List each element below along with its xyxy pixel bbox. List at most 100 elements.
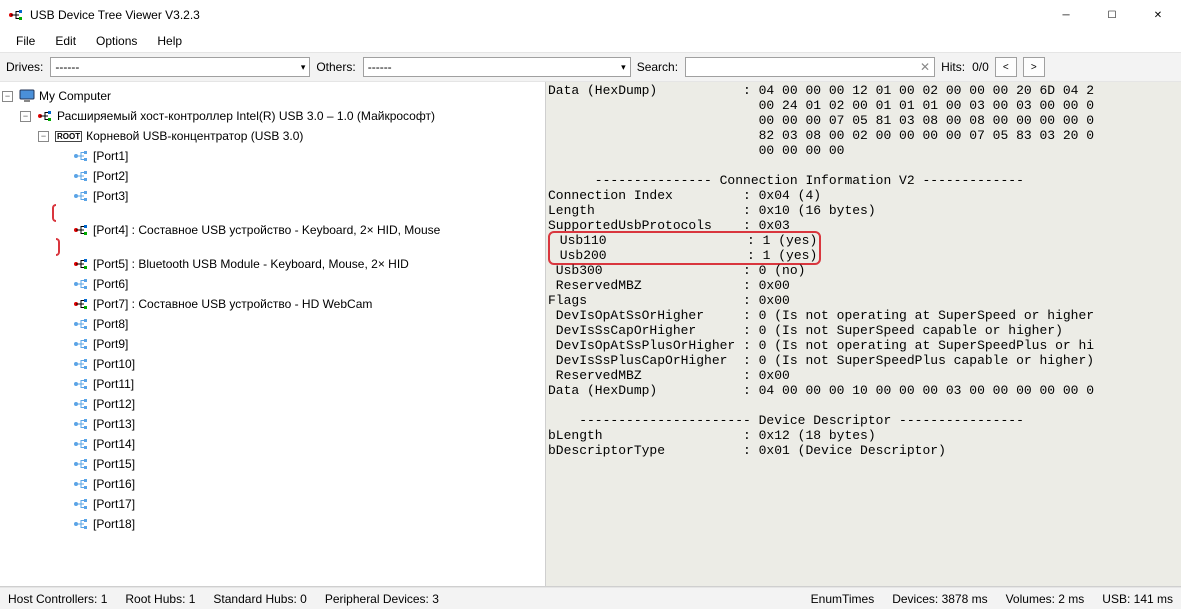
hits-label: Hits: — [941, 60, 965, 74]
tree-port[interactable]: [Port17] — [56, 494, 543, 514]
tree-line — [56, 151, 67, 162]
minimize-button[interactable]: ─ — [1043, 0, 1089, 30]
tree-line — [56, 359, 67, 370]
tree-port-label: [Port17] — [93, 497, 135, 511]
tree-line — [56, 459, 67, 470]
tree-line — [56, 519, 67, 530]
others-combo[interactable]: ------ ▾ — [363, 57, 631, 77]
drives-combo[interactable]: ------ ▾ — [50, 57, 310, 77]
others-value: ------ — [368, 60, 392, 74]
hits-value: 0/0 — [972, 60, 989, 74]
expander-icon[interactable]: − — [38, 131, 49, 142]
toolbar: Drives: ------ ▾ Others: ------ ▾ Search… — [0, 52, 1181, 82]
status-devices-time: Devices: 3878 ms — [892, 592, 987, 606]
tree-port[interactable]: [Port13] — [56, 414, 543, 434]
status-usb-time: USB: 141 ms — [1102, 592, 1173, 606]
tree-line — [56, 279, 67, 290]
menu-edit[interactable]: Edit — [47, 32, 84, 50]
usb-icon — [73, 256, 89, 272]
tree-line — [56, 379, 67, 390]
tree-port[interactable]: [Port12] — [56, 394, 543, 414]
menu-help[interactable]: Help — [149, 32, 190, 50]
tree-port[interactable]: [Port2] — [56, 166, 543, 186]
tree-line — [56, 259, 67, 270]
expander-icon[interactable]: − — [2, 91, 13, 102]
tree-port[interactable]: [Port1] — [56, 146, 543, 166]
tree-port-label: [Port4] : Составное USB устройство - Key… — [93, 223, 440, 237]
expander-icon[interactable]: − — [20, 111, 31, 122]
usb-icon-inactive — [73, 188, 89, 204]
tree-port-label: [Port8] — [93, 317, 128, 331]
detail-pane[interactable]: Data (HexDump) : 04 00 00 00 12 01 00 02… — [546, 82, 1181, 586]
tree-line — [56, 399, 67, 410]
clear-icon[interactable]: ✕ — [920, 60, 930, 74]
usb-icon-inactive — [73, 148, 89, 164]
usb-icon — [37, 108, 53, 124]
tree-line — [56, 339, 67, 350]
tree-controller-label: Расширяемый хост-контроллер Intel(R) USB… — [57, 109, 435, 123]
tree-port[interactable]: [Port15] — [56, 454, 543, 474]
tree-hub-label: Корневой USB-концентратор (USB 3.0) — [86, 129, 303, 143]
usb-icon-inactive — [73, 356, 89, 372]
window-title: USB Device Tree Viewer V3.2.3 — [30, 8, 1043, 22]
prev-hit-button[interactable]: < — [995, 57, 1017, 77]
tree-port[interactable]: [Port3] — [56, 186, 543, 206]
drives-label: Drives: — [6, 60, 43, 74]
menu-options[interactable]: Options — [88, 32, 145, 50]
tree-controller[interactable]: − Расширяемый хост-контроллер Intel(R) U… — [20, 106, 543, 126]
tree-port[interactable]: [Port14] — [56, 434, 543, 454]
tree-port[interactable]: [Port8] — [56, 314, 543, 334]
tree-port-label: [Port12] — [93, 397, 135, 411]
usb-icon-inactive — [73, 276, 89, 292]
status-standard-hubs: Standard Hubs: 0 — [213, 592, 306, 606]
chevron-down-icon: ▾ — [621, 62, 626, 73]
maximize-button[interactable]: ☐ — [1089, 0, 1135, 30]
tree-port-label: [Port13] — [93, 417, 135, 431]
others-label: Others: — [316, 60, 355, 74]
tree-port-label: [Port2] — [93, 169, 128, 183]
chevron-down-icon: ▾ — [301, 62, 306, 73]
tree-line — [56, 299, 67, 310]
usb-icon-inactive — [73, 316, 89, 332]
menubar: File Edit Options Help — [0, 30, 1181, 52]
tree-port-label: [Port11] — [93, 377, 134, 391]
status-root-hubs: Root Hubs: 1 — [125, 592, 195, 606]
tree-pane[interactable]: − My Computer − Расширяемый хост-контр — [0, 82, 546, 586]
usb-icon-inactive — [73, 336, 89, 352]
tree-port[interactable]: [Port11] — [56, 374, 543, 394]
usb-icon-inactive — [73, 416, 89, 432]
tree-port[interactable]: [Port7] : Составное USB устройство - HD … — [56, 294, 543, 314]
tree-line — [56, 171, 67, 182]
usb-icon-inactive — [73, 456, 89, 472]
usb-icon-inactive — [73, 396, 89, 412]
tree-port[interactable]: [Port10] — [56, 354, 543, 374]
computer-icon — [19, 88, 35, 104]
tree-port-label: [Port5] : Bluetooth USB Module - Keyboar… — [93, 257, 409, 271]
tree-port[interactable]: [Port16] — [56, 474, 543, 494]
tree-line — [56, 191, 67, 202]
tree-port[interactable]: [Port4] : Составное USB устройство - Key… — [56, 220, 543, 240]
tree-line — [56, 439, 67, 450]
tree-root-hub[interactable]: − ROOT Корневой USB-концентратор (USB 3.… — [38, 126, 543, 146]
usb-icon-inactive — [73, 168, 89, 184]
tree-port-label: [Port1] — [93, 149, 128, 163]
usb-icon-inactive — [73, 376, 89, 392]
tree-port[interactable]: [Port6] — [56, 274, 543, 294]
tree-port[interactable]: [Port18] — [56, 514, 543, 534]
usb-icon-inactive — [73, 436, 89, 452]
tree-port[interactable]: [Port9] — [56, 334, 543, 354]
usb-icon-inactive — [73, 476, 89, 492]
tree-line — [56, 419, 67, 430]
search-input[interactable]: ✕ — [685, 57, 935, 77]
search-label: Search: — [637, 60, 678, 74]
menu-file[interactable]: File — [8, 32, 43, 50]
titlebar: USB Device Tree Viewer V3.2.3 ─ ☐ ✕ — [0, 0, 1181, 30]
main-split: − My Computer − Расширяемый хост-контр — [0, 82, 1181, 587]
tree-port-label: [Port14] — [93, 437, 135, 451]
tree-root[interactable]: − My Computer — [2, 86, 543, 106]
tree-port-label: [Port16] — [93, 477, 135, 491]
window-buttons: ─ ☐ ✕ — [1043, 0, 1181, 30]
tree-port[interactable]: [Port5] : Bluetooth USB Module - Keyboar… — [56, 254, 543, 274]
next-hit-button[interactable]: > — [1023, 57, 1045, 77]
close-button[interactable]: ✕ — [1135, 0, 1181, 30]
